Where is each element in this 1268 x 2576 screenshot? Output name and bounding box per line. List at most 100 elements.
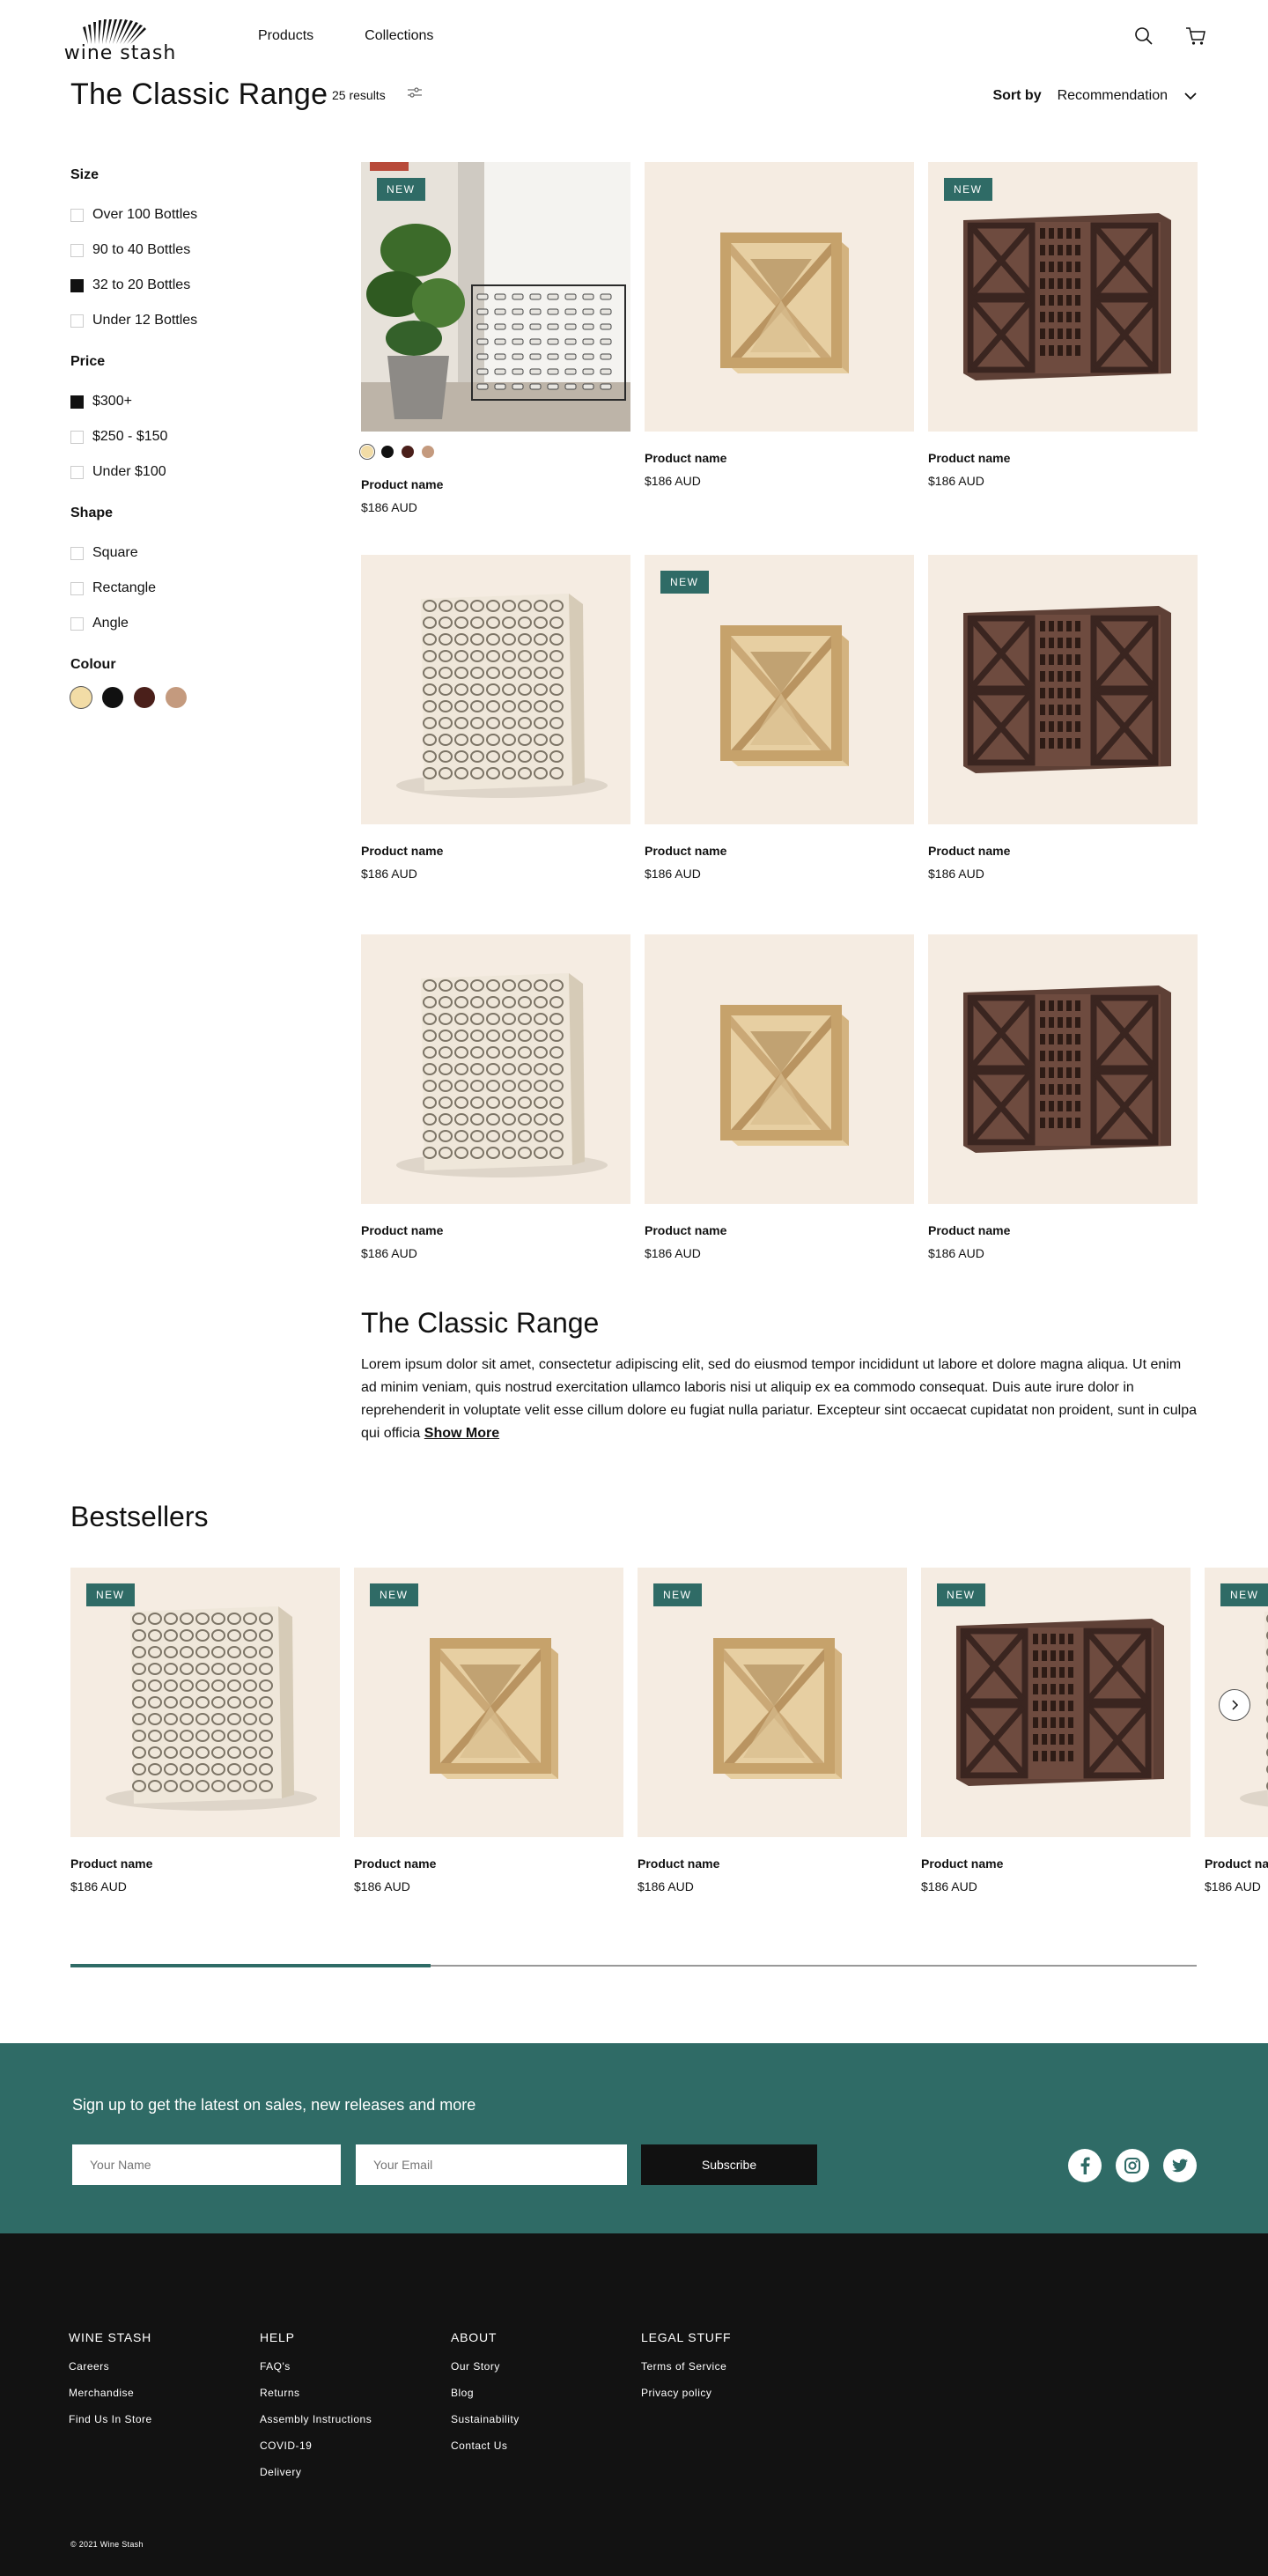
- product-image[interactable]: [928, 555, 1198, 824]
- twitter-icon[interactable]: [1163, 2149, 1197, 2182]
- product-image[interactable]: NEW: [645, 555, 914, 824]
- carousel-next-button[interactable]: [1219, 1689, 1250, 1721]
- search-icon[interactable]: [1134, 26, 1154, 46]
- product-name[interactable]: Product name: [1205, 1856, 1268, 1871]
- footer-link[interactable]: COVID-19: [260, 2439, 372, 2466]
- product-name[interactable]: Product name: [361, 844, 630, 858]
- product-card[interactable]: Product name $186 AUD: [361, 934, 630, 1260]
- filter-option[interactable]: 90 to 40 Bottles: [70, 233, 299, 268]
- product-card[interactable]: NEW Product name $186 AUD: [645, 555, 914, 881]
- product-name[interactable]: Product name: [638, 1856, 907, 1871]
- filter-option[interactable]: $250 - $150: [70, 419, 299, 454]
- subscribe-button[interactable]: Subscribe: [641, 2144, 817, 2185]
- colour-swatch[interactable]: [381, 446, 394, 458]
- product-name[interactable]: Product name: [70, 1856, 340, 1871]
- footer-link[interactable]: Delivery: [260, 2466, 372, 2492]
- footer-link[interactable]: Merchandise: [69, 2387, 152, 2413]
- product-card[interactable]: NEW Product name $186 AUD: [638, 1568, 907, 1893]
- filter-option[interactable]: Over 100 Bottles: [70, 197, 299, 233]
- filter-option[interactable]: Under $100: [70, 454, 299, 490]
- filter-option[interactable]: Square: [70, 535, 299, 571]
- footer-link[interactable]: Returns: [260, 2387, 372, 2413]
- instagram-icon[interactable]: [1116, 2149, 1149, 2182]
- product-name[interactable]: Product name: [921, 1856, 1191, 1871]
- product-name[interactable]: Product name: [928, 1223, 1198, 1237]
- cart-icon[interactable]: [1185, 26, 1206, 46]
- facebook-icon[interactable]: [1068, 2149, 1102, 2182]
- colour-swatch[interactable]: [361, 446, 373, 458]
- product-name[interactable]: Product name: [354, 1856, 623, 1871]
- product-name[interactable]: Product name: [361, 1223, 630, 1237]
- site-logo[interactable]: wine stash: [56, 19, 184, 64]
- product-name[interactable]: Product name: [645, 451, 914, 465]
- checkbox[interactable]: [70, 278, 84, 292]
- product-image[interactable]: [645, 934, 914, 1204]
- filter-toggle-icon[interactable]: [405, 85, 424, 100]
- colour-swatch[interactable]: [422, 446, 434, 458]
- product-card[interactable]: NEW Product name $186 AUD: [354, 1568, 623, 1893]
- product-name[interactable]: Product name: [928, 451, 1198, 465]
- product-name[interactable]: Product name: [361, 477, 630, 491]
- name-input[interactable]: [72, 2144, 341, 2185]
- product-card[interactable]: NEW Product name $186 AUD: [921, 1568, 1191, 1893]
- colour-swatch[interactable]: [402, 446, 414, 458]
- product-name[interactable]: Product name: [645, 1223, 914, 1237]
- colour-swatch[interactable]: [70, 687, 92, 708]
- product-card[interactable]: NEW Product name $186 AUD: [70, 1568, 340, 1893]
- product-image[interactable]: NEW: [70, 1568, 340, 1837]
- product-card[interactable]: Product name $186 AUD: [645, 934, 914, 1260]
- footer-link[interactable]: Our Story: [451, 2360, 520, 2387]
- checkbox[interactable]: [70, 581, 84, 595]
- product-card[interactable]: NEW Product name $186 AUD: [928, 162, 1198, 488]
- product-image[interactable]: [645, 162, 914, 432]
- nav-products[interactable]: Products: [258, 28, 313, 44]
- product-card[interactable]: NEW Product name $186 AUD: [1205, 1568, 1268, 1893]
- product-image[interactable]: NEW: [638, 1568, 907, 1837]
- filter-option[interactable]: Angle: [70, 606, 299, 641]
- filter-option[interactable]: Under 12 Bottles: [70, 303, 299, 338]
- footer-link[interactable]: Blog: [451, 2387, 520, 2413]
- footer-link[interactable]: Careers: [69, 2360, 152, 2387]
- product-card[interactable]: Product name $186 AUD: [361, 555, 630, 881]
- product-image[interactable]: NEW: [921, 1568, 1191, 1837]
- footer-link[interactable]: Privacy policy: [641, 2387, 731, 2413]
- footer-link[interactable]: Sustainability: [451, 2413, 520, 2439]
- checkbox[interactable]: [70, 395, 84, 409]
- product-name[interactable]: Product name: [645, 844, 914, 858]
- checkbox[interactable]: [70, 208, 84, 222]
- colour-swatch[interactable]: [102, 687, 123, 708]
- filter-option[interactable]: $300+: [70, 384, 299, 419]
- checkbox[interactable]: [70, 465, 84, 479]
- product-card[interactable]: Product name $186 AUD: [928, 934, 1198, 1260]
- product-image[interactable]: [361, 555, 630, 824]
- email-input[interactable]: [356, 2144, 627, 2185]
- scrollbar-thumb[interactable]: [70, 1964, 431, 1967]
- product-image[interactable]: [361, 934, 630, 1204]
- checkbox[interactable]: [70, 616, 84, 631]
- filter-option[interactable]: 32 to 20 Bottles: [70, 268, 299, 303]
- product-card[interactable]: Product name $186 AUD: [645, 162, 914, 488]
- checkbox[interactable]: [70, 430, 84, 444]
- sort-dropdown[interactable]: Sort by Recommendation: [992, 88, 1198, 104]
- footer-link[interactable]: Assembly Instructions: [260, 2413, 372, 2439]
- product-image[interactable]: NEW: [361, 162, 630, 432]
- show-more-link[interactable]: Show More: [424, 1426, 499, 1441]
- filter-option[interactable]: Rectangle: [70, 571, 299, 606]
- colour-swatch[interactable]: [134, 687, 155, 708]
- product-card[interactable]: Product name $186 AUD: [928, 555, 1198, 881]
- product-image[interactable]: [928, 934, 1198, 1204]
- product-name[interactable]: Product name: [928, 844, 1198, 858]
- nav-collections[interactable]: Collections: [365, 28, 433, 44]
- footer-link[interactable]: Terms of Service: [641, 2360, 731, 2387]
- footer-link[interactable]: Find Us In Store: [69, 2413, 152, 2439]
- checkbox[interactable]: [70, 243, 84, 257]
- product-image[interactable]: NEW: [928, 162, 1198, 432]
- colour-swatch[interactable]: [166, 687, 187, 708]
- footer-link[interactable]: Contact Us: [451, 2439, 520, 2466]
- footer-link[interactable]: FAQ's: [260, 2360, 372, 2387]
- product-image[interactable]: NEW: [354, 1568, 623, 1837]
- checkbox[interactable]: [70, 546, 84, 560]
- product-card[interactable]: NEW Product name $186 AUD: [361, 162, 630, 514]
- checkbox[interactable]: [70, 314, 84, 328]
- carousel-scrollbar[interactable]: [70, 1964, 1197, 1967]
